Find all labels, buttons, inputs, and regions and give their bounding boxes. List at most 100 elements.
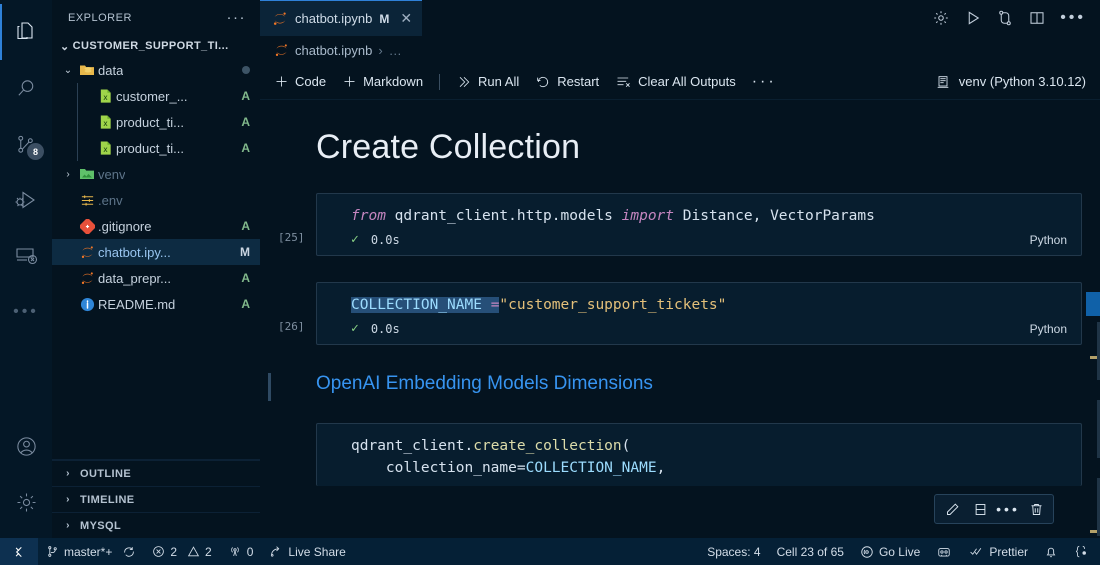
- split-cell-button[interactable]: [967, 498, 993, 520]
- tree-item-readme-md[interactable]: README.md A: [52, 291, 260, 317]
- status-live-share-label: Live Share: [288, 544, 346, 559]
- tree-item-venv[interactable]: › venv: [52, 161, 260, 187]
- tree-item-product-ti[interactable]: x product_ti... A: [52, 109, 260, 135]
- notebook-cell[interactable]: qdrant_client.create_collection( collect…: [260, 423, 1100, 486]
- cell-container[interactable]: from qdrant_client.http.models import Di…: [316, 193, 1082, 256]
- notebook-markdown-cell[interactable]: OpenAI Embedding Models Dimensions: [260, 373, 1100, 401]
- ellipsis-icon[interactable]: •••: [1060, 10, 1086, 26]
- gitlens-icon: [936, 545, 952, 559]
- breadcrumb-tail[interactable]: …: [389, 43, 402, 58]
- tree-item-data[interactable]: ⌄ data: [52, 57, 260, 83]
- git-file-icon: [76, 218, 98, 234]
- sidebar-more-icon[interactable]: ···: [227, 10, 253, 25]
- cell-code-content[interactable]: qdrant_client.create_collection(: [317, 424, 1081, 456]
- chevron-right-icon[interactable]: ›: [60, 169, 76, 180]
- sync-icon[interactable]: [122, 545, 136, 558]
- cell-code-content[interactable]: from qdrant_client.http.models import Di…: [317, 194, 1081, 226]
- jupyter-file-icon: [76, 271, 98, 286]
- status-branch[interactable]: master*+: [38, 538, 144, 565]
- kernel-label: venv (Python 3.10.12): [958, 74, 1086, 89]
- activity-item-account[interactable]: [0, 418, 52, 474]
- sidebar-section-timeline[interactable]: › TIMELINE: [52, 486, 260, 512]
- activity-item-more-views[interactable]: •••: [0, 284, 52, 340]
- status-cell-position[interactable]: Cell 23 of 65: [769, 538, 852, 565]
- breadcrumb-file[interactable]: chatbot.ipynb: [295, 43, 372, 58]
- tree-item-label: venv: [98, 166, 126, 182]
- ellipsis-icon: ···: [751, 72, 777, 90]
- tree-item-customer[interactable]: x customer_... A: [52, 83, 260, 109]
- breadcrumb-separator: ›: [378, 42, 383, 58]
- tree-item-chatbot-ipy[interactable]: chatbot.ipy... M: [52, 239, 260, 265]
- status-problems[interactable]: 2 2: [144, 538, 219, 565]
- sidebar-section-outline[interactable]: › OUTLINE: [52, 460, 260, 486]
- indent-guide: [77, 135, 78, 161]
- status-notifications[interactable]: [1036, 538, 1066, 565]
- tree-item-product-ti[interactable]: x product_ti... A: [52, 135, 260, 161]
- editor-area: chatbot.ipynb M ✕ ••• chatbot.ipynb › … …: [260, 0, 1100, 538]
- gear-icon[interactable]: [932, 9, 950, 27]
- split-editor-icon[interactable]: [1028, 9, 1046, 27]
- sidebar-section-mysql[interactable]: › MYSQL: [52, 512, 260, 538]
- cell-code-content-line2[interactable]: collection_name=COLLECTION_NAME,: [317, 456, 1081, 486]
- delete-cell-button[interactable]: [1023, 498, 1049, 520]
- go-live-icon: [860, 545, 874, 559]
- activity-item-settings[interactable]: [0, 474, 52, 530]
- tree-item--gitignore[interactable]: .gitignore A: [52, 213, 260, 239]
- brackets-icon: [1074, 544, 1088, 559]
- remote-explorer-icon: [14, 244, 38, 268]
- chevron-right-icon: ›: [66, 520, 70, 531]
- status-ports[interactable]: 0: [220, 538, 262, 565]
- notebook-cell[interactable]: [26] COLLECTION_NAME ="customer_support_…: [260, 282, 1100, 345]
- activity-item-source-control[interactable]: 8: [0, 116, 52, 172]
- activity-item-run-debug[interactable]: [0, 172, 52, 228]
- status-live-share[interactable]: Live Share: [261, 538, 353, 565]
- activity-item-remote-explorer[interactable]: [0, 228, 52, 284]
- source-control-icon[interactable]: [996, 9, 1014, 27]
- sidebar-sections: › OUTLINE › TIMELINE › MYSQL: [52, 459, 260, 538]
- cell-language-label[interactable]: Python: [1030, 322, 1067, 336]
- cell-language-label[interactable]: Python: [1030, 233, 1067, 247]
- activity-item-search[interactable]: [0, 60, 52, 116]
- add-markdown-cell-button[interactable]: Markdown: [342, 74, 423, 89]
- readme-file-icon: [76, 297, 98, 312]
- search-icon: [15, 77, 38, 100]
- cell-container[interactable]: COLLECTION_NAME ="customer_support_ticke…: [316, 282, 1082, 345]
- run-all-button[interactable]: Run All: [456, 74, 519, 90]
- activity-item-explorer[interactable]: [0, 4, 52, 60]
- status-prettier[interactable]: Prettier: [960, 538, 1036, 565]
- close-icon[interactable]: ✕: [400, 10, 412, 27]
- play-icon[interactable]: [964, 9, 982, 27]
- tree-item-data-prepr[interactable]: data_prepr... A: [52, 265, 260, 291]
- git-status-badge: A: [241, 271, 250, 285]
- workspace-root-row[interactable]: ⌄ CUSTOMER_SUPPORT_TI...: [52, 35, 260, 57]
- notebook-more-actions[interactable]: ···: [751, 72, 777, 90]
- clear-all-outputs-button[interactable]: Clear All Outputs: [615, 74, 736, 90]
- status-go-live[interactable]: Go Live: [852, 538, 928, 565]
- folder-data-icon: [76, 62, 98, 78]
- remote-window-button[interactable]: [0, 538, 38, 565]
- chevron-down-icon[interactable]: ⌄: [60, 65, 76, 76]
- run-all-icon: [456, 74, 472, 90]
- restart-kernel-button[interactable]: Restart: [535, 74, 599, 90]
- broadcast-icon: [228, 545, 242, 558]
- tab-chatbot-ipynb[interactable]: chatbot.ipynb M ✕: [260, 0, 423, 36]
- chevron-right-icon: ›: [66, 468, 70, 479]
- cell-status-bar: ✓ 0.0s Python: [317, 226, 1081, 255]
- edit-cell-button[interactable]: [939, 498, 965, 520]
- status-brackets[interactable]: [1066, 538, 1100, 565]
- notebook-scroll-area[interactable]: Create Collection [25] from qdrant_clien…: [260, 100, 1100, 538]
- minimap-highlight: [1086, 292, 1100, 316]
- cell-code-content[interactable]: COLLECTION_NAME ="customer_support_ticke…: [317, 283, 1081, 315]
- status-gitlens[interactable]: [928, 538, 960, 565]
- tree-item--env[interactable]: .env: [52, 187, 260, 213]
- cell-duration: 0.0s: [370, 232, 400, 247]
- status-indentation[interactable]: Spaces: 4: [699, 538, 768, 565]
- add-code-cell-button[interactable]: Code: [274, 74, 326, 89]
- notebook-cell[interactable]: [25] from qdrant_client.http.models impo…: [260, 193, 1100, 256]
- jupyter-file-icon: [76, 245, 98, 260]
- kernel-selector[interactable]: venv (Python 3.10.12): [935, 74, 1086, 90]
- cell-container[interactable]: qdrant_client.create_collection( collect…: [316, 423, 1082, 486]
- activity-bar: 8 •••: [0, 0, 52, 538]
- more-cell-actions-button[interactable]: •••: [995, 498, 1021, 520]
